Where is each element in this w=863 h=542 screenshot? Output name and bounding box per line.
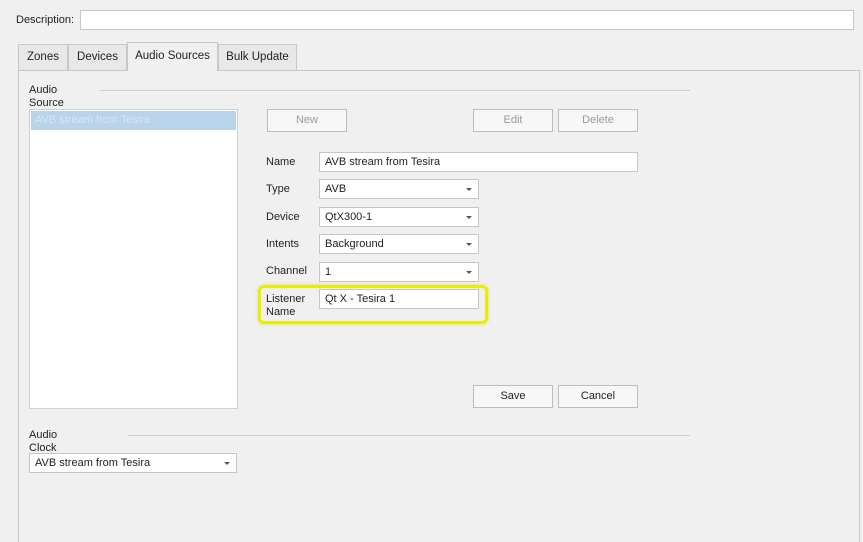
list-item[interactable]: AVB stream from Tesira bbox=[31, 111, 236, 130]
description-input[interactable] bbox=[80, 10, 854, 30]
tab-zones[interactable]: Zones bbox=[18, 44, 68, 70]
save-button[interactable]: Save bbox=[473, 385, 553, 408]
chevron-down-icon bbox=[466, 216, 472, 219]
tab-devices[interactable]: Devices bbox=[68, 44, 127, 70]
intents-select[interactable]: Background bbox=[319, 234, 479, 254]
channel-select[interactable]: 1 bbox=[319, 262, 479, 282]
chevron-down-icon bbox=[466, 271, 472, 274]
type-select-value: AVB bbox=[325, 183, 347, 195]
description-label: Description: bbox=[16, 14, 75, 26]
device-label: Device bbox=[266, 211, 300, 223]
listener-name-label-line1: Listener bbox=[266, 293, 306, 305]
new-button[interactable]: New bbox=[267, 109, 347, 132]
listener-name-label-line2: Name bbox=[266, 306, 296, 318]
audio-source-group-title: Audio Source bbox=[29, 84, 64, 109]
name-label: Name bbox=[266, 156, 296, 168]
intents-select-value: Background bbox=[325, 238, 384, 250]
tab-audio-sources[interactable]: Audio Sources bbox=[127, 42, 218, 71]
type-label: Type bbox=[266, 183, 290, 195]
audio-source-group-divider bbox=[100, 90, 690, 91]
audio-source-list[interactable]: AVB stream from Tesira bbox=[29, 109, 238, 409]
channel-select-value: 1 bbox=[325, 266, 332, 278]
audio-clock-source-select[interactable]: AVB stream from Tesira bbox=[29, 453, 237, 473]
type-select[interactable]: AVB bbox=[319, 179, 479, 199]
chevron-down-icon bbox=[224, 462, 230, 465]
audio-clock-source-value: AVB stream from Tesira bbox=[35, 457, 151, 469]
device-select-value: QtX300-1 bbox=[325, 211, 373, 223]
channel-label: Channel bbox=[266, 265, 307, 277]
delete-button[interactable]: Delete bbox=[558, 109, 638, 132]
listener-name-input[interactable]: Qt X - Tesira 1 bbox=[319, 289, 479, 309]
chevron-down-icon bbox=[466, 188, 472, 191]
cancel-button[interactable]: Cancel bbox=[558, 385, 638, 408]
tab-bulk-update[interactable]: Bulk Update bbox=[218, 44, 297, 70]
chevron-down-icon bbox=[466, 243, 472, 246]
intents-label: Intents bbox=[266, 238, 300, 250]
edit-button[interactable]: Edit bbox=[473, 109, 553, 132]
device-select[interactable]: QtX300-1 bbox=[319, 207, 479, 227]
name-input[interactable]: AVB stream from Tesira bbox=[319, 152, 638, 172]
audio-clock-group-divider bbox=[128, 435, 690, 436]
